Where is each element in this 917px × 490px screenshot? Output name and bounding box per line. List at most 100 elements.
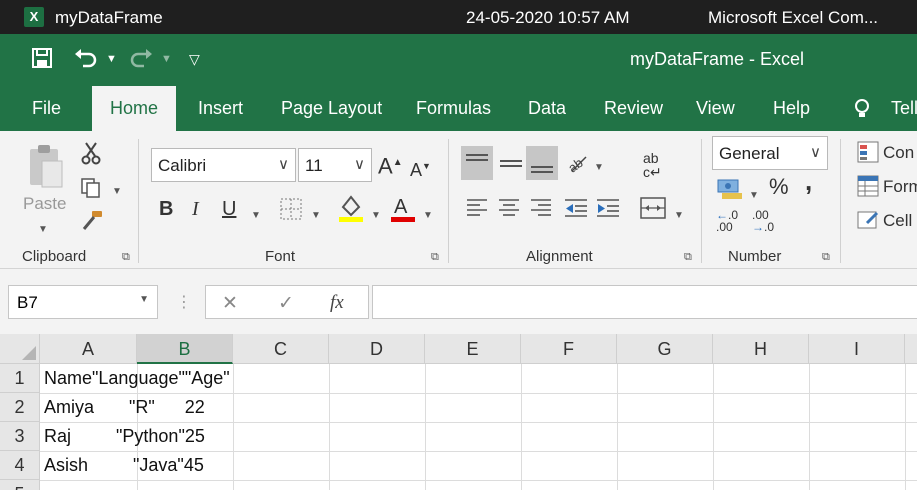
column-header-c[interactable]: C <box>233 334 329 364</box>
tab-file[interactable]: File <box>32 98 61 119</box>
column-header-f[interactable]: F <box>521 334 617 364</box>
merge-center-icon[interactable] <box>640 195 666 226</box>
tab-page-layout[interactable]: Page Layout <box>281 98 382 119</box>
borders-icon[interactable] <box>279 197 303 226</box>
cell-a1[interactable]: Name"Language""Age" <box>44 364 230 393</box>
undo-dropdown-icon[interactable]: ▼ <box>106 46 117 72</box>
undo-icon[interactable] <box>73 46 99 76</box>
middle-align-icon[interactable] <box>495 146 527 180</box>
tab-view[interactable]: View <box>696 98 735 119</box>
paste-label[interactable]: Paste <box>23 194 66 214</box>
select-all-button[interactable] <box>0 334 40 364</box>
tab-formulas[interactable]: Formulas <box>416 98 491 119</box>
tab-home[interactable]: Home <box>92 86 177 131</box>
paste-dropdown-icon[interactable]: ▼ <box>38 217 48 240</box>
cut-icon[interactable] <box>80 141 102 170</box>
customize-toolbar-icon[interactable]: ▽ <box>189 46 200 72</box>
alignment-launcher-icon[interactable]: ⧉ <box>684 251 692 264</box>
merge-dropdown-icon[interactable]: ▼ <box>674 203 684 226</box>
cell-styles-label[interactable]: Cell <box>883 211 912 231</box>
increase-indent-icon[interactable] <box>596 197 620 224</box>
orientation-icon[interactable]: ab <box>565 151 590 180</box>
decrease-decimal-icon[interactable]: .00 →.0 <box>752 209 774 233</box>
paste-icon[interactable] <box>26 143 66 196</box>
column-header-g[interactable]: G <box>617 334 713 364</box>
font-color-dropdown-icon[interactable]: ▼ <box>423 203 433 226</box>
row-header-3[interactable]: 3 <box>0 422 40 451</box>
font-size-select[interactable]: 11 ∨ <box>298 148 372 182</box>
name-box[interactable]: B7 ▼ <box>8 285 158 319</box>
clipboard-launcher-icon[interactable]: ⧉ <box>122 251 130 264</box>
redo-dropdown-icon[interactable]: ▼ <box>161 46 172 72</box>
tab-tell-me[interactable]: Tell <box>891 98 917 119</box>
row-header-2[interactable]: 2 <box>0 393 40 422</box>
cell-a4[interactable]: Asish "Java"45 <box>44 451 204 480</box>
column-header-h[interactable]: H <box>713 334 809 364</box>
cell-a3[interactable]: Raj "Python"25 <box>44 422 205 451</box>
tab-help[interactable]: Help <box>773 98 810 119</box>
tab-insert[interactable]: Insert <box>198 98 243 119</box>
increase-decimal-icon[interactable]: ←.0.00 <box>716 209 738 233</box>
underline-dropdown-icon[interactable]: ▼ <box>251 203 261 226</box>
fill-color-icon[interactable] <box>338 193 364 228</box>
column-header-i[interactable]: I <box>809 334 905 364</box>
accounting-format-icon[interactable] <box>716 177 744 206</box>
decrease-font-size-icon[interactable]: A▼ <box>410 156 431 180</box>
conditional-formatting-label[interactable]: Con <box>883 143 914 163</box>
align-right-icon[interactable] <box>530 197 552 224</box>
percent-style-button[interactable]: % <box>769 176 789 198</box>
row-header-4[interactable]: 4 <box>0 451 40 480</box>
grid-line <box>617 364 618 490</box>
font-group-label: Font <box>265 248 296 265</box>
number-launcher-icon[interactable]: ⧉ <box>822 251 830 264</box>
format-painter-icon[interactable] <box>80 209 104 236</box>
tab-data[interactable]: Data <box>528 98 566 119</box>
increase-font-size-icon[interactable]: A▲ <box>378 153 403 177</box>
cell-a2[interactable]: Amiya "R" 22 <box>44 393 205 422</box>
column-header-d[interactable]: D <box>329 334 425 364</box>
cancel-icon[interactable]: ✕ <box>222 292 238 315</box>
fill-color-dropdown-icon[interactable]: ▼ <box>371 203 381 226</box>
align-center-icon[interactable] <box>498 197 520 224</box>
number-format-select[interactable]: General ∨ <box>712 136 828 170</box>
underline-button[interactable]: U <box>222 199 236 219</box>
cell-styles-icon[interactable] <box>857 209 879 236</box>
chevron-down-icon: ∨ <box>810 144 821 161</box>
font-color-icon[interactable]: A <box>390 193 416 228</box>
borders-dropdown-icon[interactable]: ▼ <box>311 203 321 226</box>
align-left-icon[interactable] <box>466 197 488 224</box>
number-format-value: General <box>719 144 780 163</box>
redo-icon[interactable] <box>128 46 154 76</box>
orientation-dropdown-icon[interactable]: ▼ <box>594 155 604 178</box>
more-options-icon[interactable]: ⋮ <box>176 292 192 312</box>
bold-button[interactable]: B <box>159 199 173 219</box>
copy-dropdown-icon[interactable]: ▼ <box>112 179 122 202</box>
accounting-dropdown-icon[interactable]: ▼ <box>749 183 759 206</box>
top-align-icon[interactable] <box>461 146 493 180</box>
enter-icon[interactable]: ✓ <box>278 292 294 315</box>
format-as-table-icon[interactable] <box>857 175 879 202</box>
column-header-a[interactable]: A <box>40 334 137 364</box>
row-header-5[interactable]: 5 <box>0 480 40 490</box>
svg-text:A: A <box>394 196 408 218</box>
insert-function-button[interactable]: fx <box>330 292 344 314</box>
font-launcher-icon[interactable]: ⧉ <box>431 251 439 264</box>
tab-review[interactable]: Review <box>604 98 663 119</box>
column-header-e[interactable]: E <box>425 334 521 364</box>
format-as-table-label[interactable]: Form <box>883 177 917 197</box>
column-header-b[interactable]: B <box>137 334 233 364</box>
row-header-1[interactable]: 1 <box>0 364 40 393</box>
formula-input[interactable] <box>372 285 917 319</box>
italic-button[interactable]: I <box>192 199 199 219</box>
decrease-indent-icon[interactable] <box>564 197 588 224</box>
window-header-strip: X myDataFrame 24-05-2020 10:57 AM Micros… <box>0 0 917 34</box>
save-icon[interactable] <box>30 46 54 76</box>
conditional-formatting-icon[interactable] <box>857 141 879 168</box>
font-name-select[interactable]: Calibri ∨ <box>151 148 296 182</box>
bottom-align-icon[interactable] <box>526 146 558 180</box>
column-header-partial[interactable] <box>905 334 917 364</box>
copy-icon[interactable] <box>80 177 102 204</box>
comma-style-button[interactable]: , <box>805 168 812 194</box>
excel-icon: X <box>24 7 44 27</box>
wrap-text-icon[interactable]: ab c↵ <box>643 151 662 179</box>
